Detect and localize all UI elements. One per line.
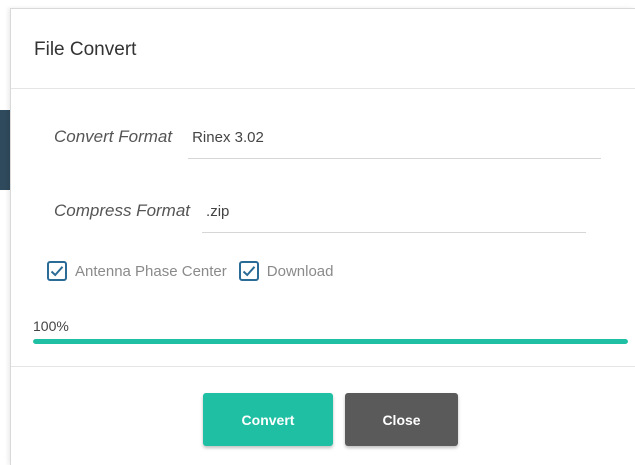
footer-divider: [11, 366, 635, 367]
antenna-phase-center-label: Antenna Phase Center: [75, 262, 227, 280]
download-checkbox[interactable]: [238, 261, 259, 281]
progress-percent-text: 100%: [33, 318, 69, 334]
options-row: Antenna Phase Center Download: [47, 261, 334, 281]
convert-button[interactable]: Convert: [203, 393, 333, 446]
checkmark-icon: [242, 266, 256, 277]
convert-format-row: Convert Format: [54, 127, 602, 159]
compress-format-row: Compress Format: [54, 201, 587, 233]
convert-format-label: Convert Format: [54, 127, 173, 146]
file-convert-dialog: File Convert Convert Format Compress For…: [10, 8, 635, 465]
progress-bar: [33, 339, 628, 344]
convert-format-field[interactable]: [188, 129, 602, 159]
compress-format-label: Compress Format: [54, 201, 191, 220]
antenna-phase-center-checkbox[interactable]: [47, 261, 67, 281]
dialog-title: File Convert: [34, 39, 137, 60]
background-panel-edge: [0, 110, 10, 190]
close-button[interactable]: Close: [345, 393, 458, 446]
progress-bar-fill: [33, 339, 628, 344]
dialog-header: File Convert: [11, 9, 635, 89]
download-label: Download: [266, 262, 334, 280]
compress-format-field[interactable]: [202, 203, 587, 233]
checkmark-icon: [50, 266, 64, 277]
